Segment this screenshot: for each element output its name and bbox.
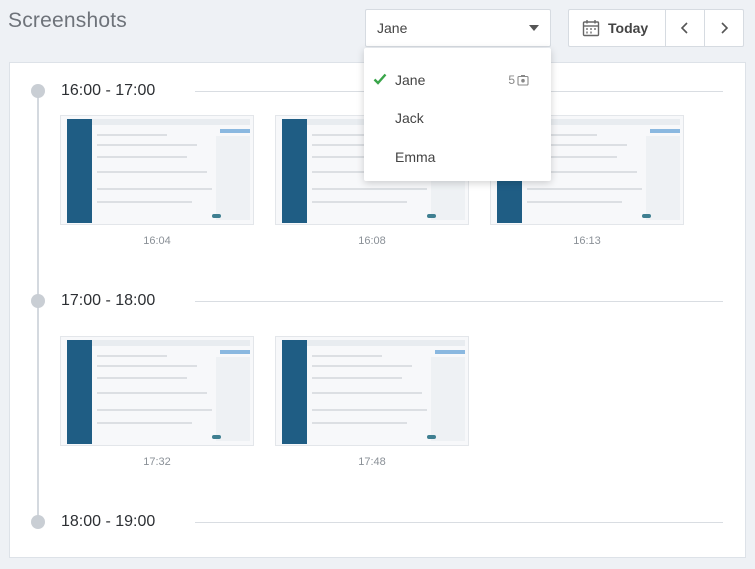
screenshot-time: 17:32 — [143, 456, 171, 468]
slot-divider — [195, 301, 723, 302]
screenshot-time: 16:04 — [143, 235, 171, 247]
today-button[interactable]: Today — [569, 10, 667, 46]
dropdown-item-label: Emma — [395, 149, 436, 165]
screenshot-time: 17:48 — [358, 456, 386, 468]
chevron-left-icon — [681, 22, 688, 34]
page-title: Screenshots — [8, 9, 127, 32]
timeline-dot — [31, 294, 45, 308]
today-label: Today — [608, 20, 649, 36]
timeline-dot — [31, 515, 45, 529]
date-nav: Today — [568, 9, 744, 47]
screenshot-thumbnail[interactable] — [60, 336, 254, 446]
user-dropdown-menu: Jane 5 Jack Emma — [364, 48, 551, 181]
screenshot-thumbnail[interactable] — [60, 115, 254, 225]
user-select[interactable]: Jane — [365, 9, 551, 47]
screenshot-time: 16:08 — [358, 235, 386, 247]
screenshot-thumbnail[interactable] — [275, 336, 469, 446]
dropdown-item-jane[interactable]: Jane 5 — [364, 61, 551, 99]
dropdown-item-jack[interactable]: Jack — [364, 99, 551, 137]
slot-range-label: 16:00 - 17:00 — [61, 82, 156, 99]
dropdown-item-label: Jack — [395, 110, 424, 126]
dropdown-item-emma[interactable]: Emma — [364, 138, 551, 176]
slot-range-label: 17:00 - 18:00 — [61, 292, 156, 309]
slot-range-label: 18:00 - 19:00 — [61, 513, 156, 530]
slot-divider — [195, 522, 723, 523]
dropdown-item-label: Jane — [395, 72, 426, 88]
calendar-icon — [582, 20, 600, 37]
next-day-button[interactable] — [704, 10, 743, 46]
camera-icon — [517, 75, 529, 86]
screenshot-time: 16:13 — [573, 235, 601, 247]
timeline-dot — [31, 84, 45, 98]
prev-day-button[interactable] — [666, 10, 704, 46]
user-select-value: Jane — [377, 20, 408, 36]
chevron-right-icon — [721, 22, 729, 34]
check-icon — [373, 73, 387, 85]
caret-down-icon — [529, 25, 539, 31]
screenshot-count: 5 — [508, 73, 515, 87]
